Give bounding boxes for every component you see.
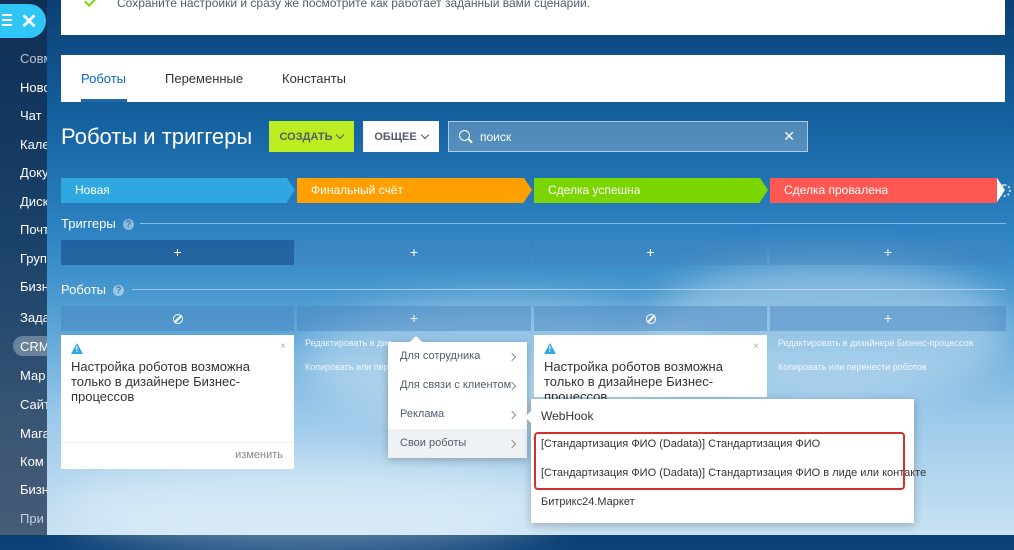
general-filter-button[interactable]: ОБЩЕЕ xyxy=(363,121,439,152)
tab-constants[interactable]: Константы xyxy=(282,71,346,86)
general-button-label: ОБЩЕЕ xyxy=(374,130,417,143)
sidebar-item[interactable]: Чат xyxy=(20,108,47,123)
menu-item-label: Для связи с клиентом xyxy=(400,379,512,391)
divider xyxy=(132,289,1006,290)
chevron-down-icon xyxy=(420,130,429,140)
divider xyxy=(140,223,1006,224)
change-link[interactable]: изменить xyxy=(235,449,283,461)
warning-message: Настройка роботов возможна только в диза… xyxy=(71,359,250,404)
sidebar-item[interactable]: Кале xyxy=(20,137,47,152)
sidebar-item[interactable]: Ново xyxy=(20,80,47,95)
disabled-icon xyxy=(645,314,656,324)
add-trigger-deal-lost[interactable]: + xyxy=(770,240,1006,265)
notice-text: Сохраните настройки и сразу же посмотрит… xyxy=(117,0,591,10)
sidebar-item[interactable]: Сайт xyxy=(20,397,47,412)
sidebar-item-crm[interactable]: CRM xyxy=(20,339,47,354)
stage-new: Новая xyxy=(61,178,295,203)
sidebar-item[interactable]: Диск xyxy=(20,194,47,209)
tab-robots[interactable]: Роботы xyxy=(81,71,126,86)
menu-item-for-employee[interactable]: Для сотрудника xyxy=(388,342,527,371)
sidebar-item[interactable]: Почт xyxy=(20,222,47,237)
menu-item-own-robots[interactable]: Свои роботы xyxy=(388,429,527,458)
warning-message: Настройка роботов возможна только в диза… xyxy=(544,359,723,404)
edit-in-designer-link[interactable]: Редактировать в дизайнере Бизнес-процесс… xyxy=(778,338,973,348)
triggers-title: Триггеры xyxy=(61,216,116,231)
background-cloud xyxy=(60,460,560,550)
tab-variables[interactable]: Переменные xyxy=(165,71,243,86)
menu-item-client-communication[interactable]: Для связи с клиентом xyxy=(388,371,527,400)
active-tab-indicator xyxy=(81,99,127,102)
tab-bar: Роботы Переменные Константы xyxy=(61,55,1005,102)
menu-item-label: Реклама xyxy=(400,408,445,420)
search-placeholder: поиск xyxy=(480,130,512,144)
sidebar-item[interactable]: Ком xyxy=(20,454,47,469)
create-button-label: СОЗДАТЬ xyxy=(279,130,333,143)
menu-item-advertising[interactable]: Реклама xyxy=(388,400,527,429)
sidebar-item[interactable]: Бизн xyxy=(20,482,47,497)
page-title: Роботы и триггеры xyxy=(61,124,253,149)
chevron-down-icon xyxy=(336,130,345,140)
sidebar-item[interactable]: Бизн xyxy=(20,279,47,294)
chevron-right-icon xyxy=(507,410,517,420)
close-icon[interactable]: × xyxy=(280,341,286,352)
sidebar-item[interactable]: Груп xyxy=(20,251,47,266)
add-robot-deal-lost[interactable]: + xyxy=(770,306,1006,331)
search-input[interactable]: поиск ✕ xyxy=(448,121,808,152)
robots-title: Роботы xyxy=(61,282,107,297)
menu-item-label: Для сотрудника xyxy=(400,350,481,362)
gear-icon[interactable] xyxy=(998,184,1011,197)
copy-robots-link[interactable]: Копировать или перен xyxy=(305,362,399,372)
red-highlight-annotation xyxy=(534,432,905,490)
sidebar-item[interactable]: Зада xyxy=(20,310,47,325)
create-button[interactable]: СОЗДАТЬ xyxy=(269,121,354,152)
hamburger-icon[interactable] xyxy=(2,14,12,29)
sidebar-item[interactable]: Мар xyxy=(20,368,47,383)
add-robot-final-invoice[interactable]: + xyxy=(297,306,531,331)
sidebar-item[interactable]: Мага xyxy=(20,426,47,441)
notice-panel: Сохраните настройки и сразу же посмотрит… xyxy=(61,0,1005,35)
submenu-item-marketplace[interactable]: Битрикс24.Маркет xyxy=(541,496,635,508)
triggers-heading: Триггеры? xyxy=(61,216,134,231)
chevron-right-icon xyxy=(507,439,517,449)
warning-icon xyxy=(71,343,83,354)
close-icon: ✕ xyxy=(20,10,38,33)
help-icon[interactable]: ? xyxy=(113,285,125,296)
add-trigger-deal-won[interactable]: + xyxy=(534,240,767,265)
chevron-right-icon xyxy=(507,352,517,362)
edit-in-designer-link[interactable]: Редактировать в дис xyxy=(305,338,392,348)
help-icon[interactable]: ? xyxy=(122,219,134,230)
disabled-icon xyxy=(172,314,183,324)
check-icon xyxy=(84,0,97,7)
stage-final-invoice: Финальный счёт xyxy=(297,178,532,203)
robots-disabled-deal-won xyxy=(534,306,767,331)
stage-deal-won: Сделка успешна xyxy=(534,178,768,203)
copy-robots-link[interactable]: Копировать или перенести роботов xyxy=(778,362,927,372)
submenu-item-webhook[interactable]: WebHook xyxy=(541,409,593,423)
search-icon xyxy=(459,130,470,141)
robots-disabled-new xyxy=(61,306,294,331)
warning-card: × Настройка роботов возможна только в ди… xyxy=(534,335,767,404)
warning-card: × Настройка роботов возможна только в ди… xyxy=(61,335,294,469)
sidebar-item[interactable]: Доку xyxy=(20,165,47,180)
add-trigger-new[interactable]: + xyxy=(61,240,294,265)
stage-deal-lost: Сделка провалена xyxy=(770,178,1005,203)
add-trigger-final-invoice[interactable]: + xyxy=(297,240,531,265)
close-icon[interactable]: × xyxy=(753,341,759,352)
robot-category-menu: Для сотрудника Для связи с клиентом Рекл… xyxy=(388,336,527,458)
robots-heading: Роботы? xyxy=(61,282,125,297)
clear-search-icon[interactable]: ✕ xyxy=(783,128,795,145)
sidebar-item[interactable]: При xyxy=(20,511,47,526)
sidebar-item[interactable]: Совм xyxy=(20,51,47,66)
warning-icon xyxy=(544,343,556,354)
divider xyxy=(61,442,294,443)
menu-item-label: Свои роботы xyxy=(400,437,467,449)
left-sidebar: ✕ Совм Ново Чат Кале Доку Диск Почт Груп… xyxy=(0,0,47,535)
